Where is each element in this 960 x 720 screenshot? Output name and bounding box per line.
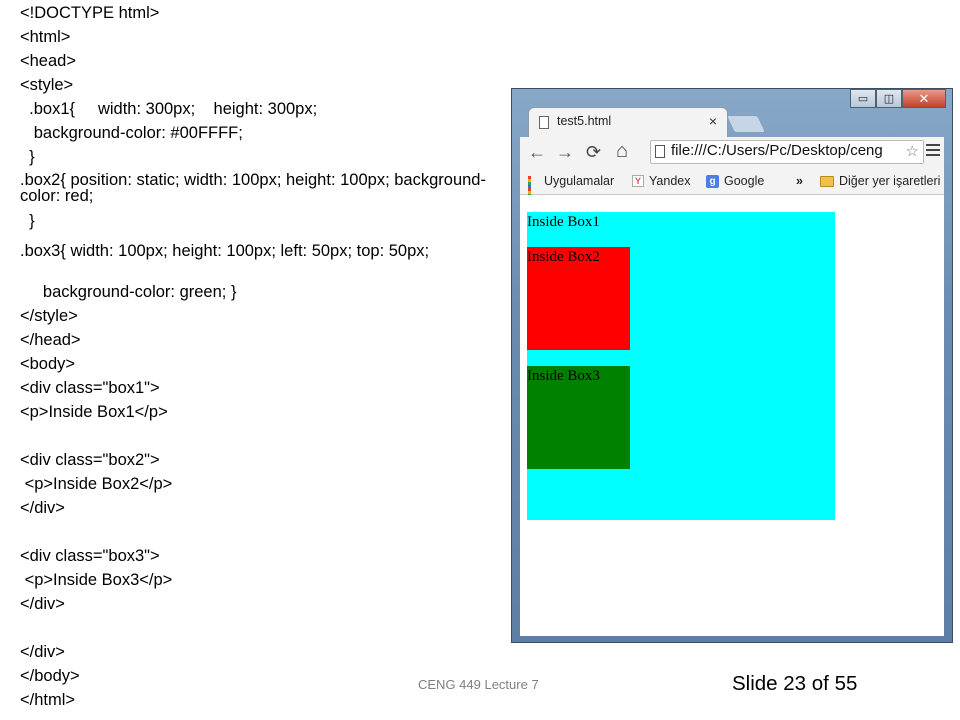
- menu-icon[interactable]: [926, 144, 940, 159]
- maximize-button[interactable]: ◫: [876, 89, 902, 108]
- code-line: <body>: [20, 355, 76, 373]
- code-line: </body>: [20, 667, 80, 685]
- code-line: <head>: [20, 52, 76, 70]
- home-icon[interactable]: ⌂: [616, 140, 628, 163]
- browser-toolbar: ← → ⟳ ⌂ file:///C:/Users/Pc/Desktop/ceng…: [520, 137, 944, 169]
- code-line: .box2{ position: static; width: 100px; h…: [20, 171, 486, 205]
- reload-icon[interactable]: ⟳: [586, 142, 601, 163]
- code-line: }: [20, 212, 35, 230]
- close-window-button[interactable]: ✕: [902, 89, 946, 108]
- bookmark-star-icon[interactable]: ☆: [906, 142, 919, 160]
- bookmark-google[interactable]: g Google: [706, 174, 764, 188]
- box1-text: Inside Box1: [527, 214, 600, 230]
- folder-icon: [820, 175, 834, 187]
- bookmark-other[interactable]: Diğer yer işaretleri: [820, 174, 940, 188]
- code-line: </head>: [20, 331, 81, 349]
- bookmark-label: Diğer yer işaretleri: [839, 174, 941, 188]
- code-line: <p>Inside Box1</p>: [20, 403, 168, 421]
- apps-grid-icon: [528, 175, 539, 203]
- code-line: background-color: green; }: [20, 283, 237, 301]
- bookmarks-overflow-chevron[interactable]: »: [796, 174, 803, 188]
- code-line: </div>: [20, 499, 65, 517]
- code-line: <style>: [20, 76, 74, 94]
- code-line: </style>: [20, 307, 78, 325]
- tab-close-icon[interactable]: ×: [709, 113, 717, 129]
- code-line: }: [20, 148, 35, 166]
- code-line: background-color: #00FFFF;: [20, 124, 243, 142]
- minimize-button[interactable]: ▭: [850, 89, 876, 108]
- bookmark-label: Yandex: [649, 174, 691, 188]
- yandex-icon: Y: [632, 175, 644, 187]
- tab-title: test5.html: [557, 114, 612, 128]
- tab-strip: test5.html × ▭ ◫ ✕: [512, 89, 952, 137]
- page-icon: [655, 145, 665, 158]
- code-line: <div class="box3">: [20, 547, 160, 565]
- code-line: </div>: [20, 595, 65, 613]
- address-bar[interactable]: file:///C:/Users/Pc/Desktop/ceng ☆: [650, 140, 924, 164]
- page-viewport: Inside Box1 Inside Box2 Inside Box3: [520, 195, 944, 636]
- bookmark-label: Google: [724, 174, 765, 188]
- code-line: </html>: [20, 691, 76, 709]
- window-controls: ▭ ◫ ✕: [850, 89, 946, 109]
- code-line: .box1{ width: 300px; height: 300px;: [20, 100, 318, 118]
- code-line: <div class="box1">: [20, 379, 160, 397]
- page-icon: [539, 116, 549, 129]
- slide-number: Slide 23 of 55: [732, 672, 858, 695]
- tab-test5[interactable]: test5.html ×: [528, 107, 728, 137]
- bookmark-label: Uygulamalar: [544, 174, 615, 188]
- box2-text: Inside Box2: [527, 249, 600, 265]
- code-line: <p>Inside Box2</p>: [20, 475, 173, 493]
- browser-window: test5.html × ▭ ◫ ✕ ← → ⟳ ⌂ file:///C:/Us…: [511, 88, 953, 643]
- code-line: .box3{ width: 100px; height: 100px; left…: [20, 242, 430, 260]
- bookmark-yandex[interactable]: Y Yandex: [632, 174, 690, 188]
- new-tab-button[interactable]: [725, 115, 767, 133]
- code-line: <div class="box2">: [20, 451, 160, 469]
- bookmark-apps[interactable]: Uygulamalar: [528, 174, 615, 203]
- address-url[interactable]: file:///C:/Users/Pc/Desktop/ceng: [671, 142, 899, 159]
- code-line: <p>Inside Box3</p>: [20, 571, 173, 589]
- code-line: <html>: [20, 28, 71, 46]
- lecture-footer: CENG 449 Lecture 7: [418, 677, 539, 692]
- code-line: </div>: [20, 643, 65, 661]
- code-line: <!DOCTYPE html>: [20, 4, 160, 22]
- bookmarks-bar: Uygulamalar Y Yandex g Google » Diğer ye…: [520, 169, 944, 203]
- forward-arrow-icon[interactable]: →: [556, 142, 574, 163]
- back-arrow-icon[interactable]: ←: [528, 142, 546, 163]
- google-icon: g: [706, 174, 719, 188]
- box3-text: Inside Box3: [527, 368, 600, 384]
